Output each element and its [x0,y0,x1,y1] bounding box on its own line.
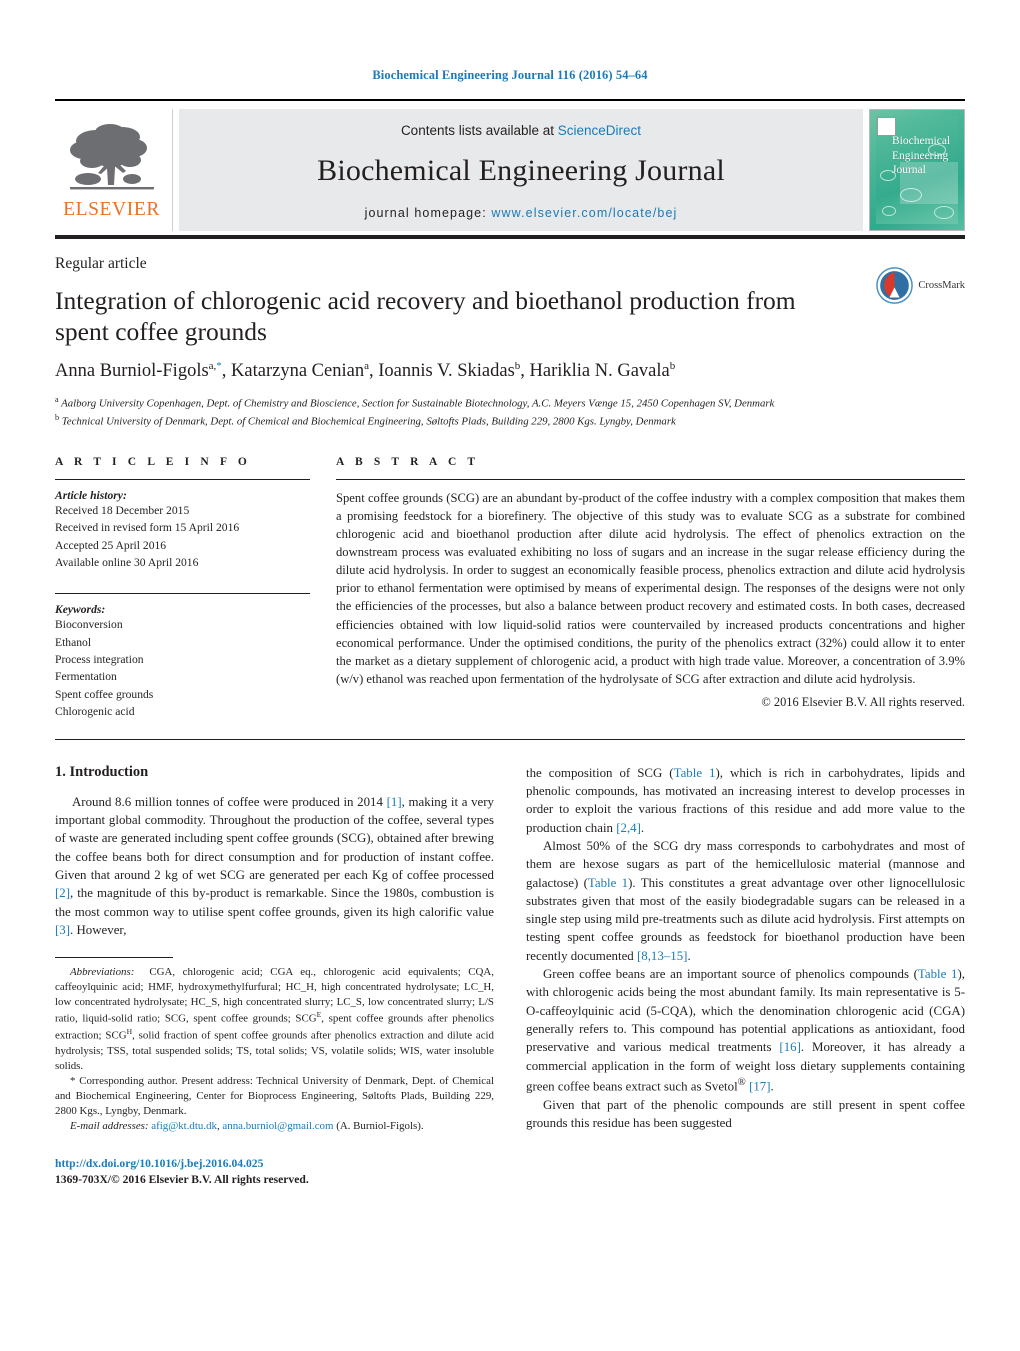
sciencedirect-link[interactable]: ScienceDirect [558,123,641,138]
article-history-label: Article history: [55,488,127,502]
article-info-column: A R T I C L E I N F O Article history: R… [55,456,310,721]
keyword-item: Spent coffee grounds [55,687,154,701]
issn-copyright-line: 1369-703X/© 2016 Elsevier B.V. All right… [55,1173,309,1187]
abstract-heading: A B S T R A C T [336,455,480,468]
crossmark-badge-group[interactable]: CrossMark [876,267,965,304]
abbreviations-footnote: Abbreviations: CGA, chlorogenic acid; CG… [55,966,495,1072]
history-item: Received in revised form 15 April 2016 [55,521,240,535]
cover-title-line: Biochemical [892,135,951,147]
keyword-item: Ethanol [55,635,92,649]
intro-paragraph: Green coffee beans are an important sour… [526,967,965,1094]
corresponding-author-footnote: * Corresponding author. Present address:… [55,1074,494,1117]
article-info-heading: A R T I C L E I N F O [55,455,251,468]
keyword-item: Bioconversion [55,618,123,632]
footnote-rule [55,957,173,959]
affiliation-text: Aalborg University Copenhagen, Dept. of … [61,397,775,410]
body-columns: 1. Introduction Around 8.6 million tonne… [55,764,965,1189]
keyword-item: Chlorogenic acid [55,705,135,719]
keyword-item: Process integration [55,653,144,667]
crossmark-icon[interactable] [876,267,914,304]
abstract-rule [336,478,965,480]
doi-block: http://dx.doi.org/10.1016/j.bej.2016.04.… [55,1156,494,1189]
journal-cover-thumbnail: Biochemical Engineering Journal [869,109,965,231]
affiliation-item: a Aalborg University Copenhagen, Dept. o… [55,394,915,412]
journal-masthead: ELSEVIER Contents lists available at Sci… [55,109,965,231]
history-item: Available online 30 April 2016 [55,555,199,569]
journal-banner: Contents lists available at ScienceDirec… [179,109,863,231]
contents-prefix: Contents lists available at [400,122,558,138]
page-title: Integration of chlorogenic acid recovery… [55,286,796,347]
intro-paragraph: the composition of SCG (Table 1), which … [526,765,965,835]
history-item: Accepted 25 April 2016 [55,538,167,552]
intro-paragraph: Given that part of the phenolic compound… [526,1097,965,1130]
homepage-prefix: journal homepage: [364,205,492,220]
contents-list-line: Contents lists available at ScienceDirec… [401,123,641,138]
elsevier-logo: ELSEVIER [55,109,173,231]
keywords-label: Keywords: [55,603,106,617]
keywords-block: Keywords: Bioconversion Ethanol Process … [55,593,310,720]
body-column-left: 1. Introduction Around 8.6 million tonne… [55,764,494,1189]
abstract-copyright: © 2016 Elsevier B.V. All rights reserved… [761,695,965,710]
cover-title-text: Biochemical Engineering Journal [892,134,950,178]
intro-paragraph: Almost 50% of the SCG dry mass correspon… [526,838,966,963]
email-footnote[interactable]: E-mail addresses: afig@kt.dtu.dk, anna.b… [55,1119,494,1134]
cover-bubble-icon [934,206,954,219]
cover-title-line: Journal [892,164,926,177]
article-history-list: Received 18 December 2015 Received in re… [55,502,310,572]
elsevier-tree-icon [69,123,154,190]
cover-bubble-icon [882,206,896,216]
journal-homepage-link[interactable]: www.elsevier.com/locate/bej [491,206,677,220]
keyword-item: Fermentation [55,670,117,684]
keywords-list: Bioconversion Ethanol Process integratio… [55,616,310,720]
footnote-block: Abbreviations: CGA, chlorogenic acid; CG… [55,957,494,1134]
cover-bubble-icon [900,188,922,202]
doi-link[interactable]: http://dx.doi.org/10.1016/j.bej.2016.04.… [55,1156,494,1172]
body-column-right: the composition of SCG (Table 1), which … [526,764,965,1189]
crossmark-label: CrossMark [918,280,965,291]
cover-title-line: Engineering [892,149,949,162]
affiliation-list: a Aalborg University Copenhagen, Dept. o… [55,394,915,430]
info-abstract-section: A R T I C L E I N F O Article history: R… [55,456,965,721]
history-item: Received 18 December 2015 [55,503,190,517]
article-type-label: Regular article [55,255,147,272]
article-page: Biochemical Engineering Journal 116 (201… [0,0,1020,1351]
elsevier-wordmark: ELSEVIER [63,198,160,220]
affiliation-text: Technical University of Denmark, Dept. o… [61,415,676,428]
abstract-bottom-rule [55,738,965,740]
masthead-top-rule [55,99,965,101]
keywords-rule [55,593,310,595]
affiliation-mark: a [55,394,59,404]
article-info-rule [55,478,310,480]
abstract-column: A B S T R A C T Spent coffee grounds (SC… [336,456,965,721]
journal-title: Biochemical Engineering Journal [317,153,725,187]
abstract-text: Spent coffee grounds (SCG) are an abunda… [336,490,965,686]
journal-homepage-line: journal homepage: www.elsevier.com/locat… [365,206,678,220]
author-list: Anna Burniol-Figolsa,*, Katarzyna Cenian… [55,359,676,381]
affiliation-mark: b [55,412,60,422]
affiliation-item: b Technical University of Denmark, Dept.… [55,412,915,430]
title-block: Regular article Integration of chlorogen… [55,239,965,430]
section-heading-introduction: 1. Introduction [55,763,149,780]
intro-paragraph: Around 8.6 million tonnes of coffee were… [55,794,494,937]
running-head: Biochemical Engineering Journal 116 (201… [372,68,648,82]
